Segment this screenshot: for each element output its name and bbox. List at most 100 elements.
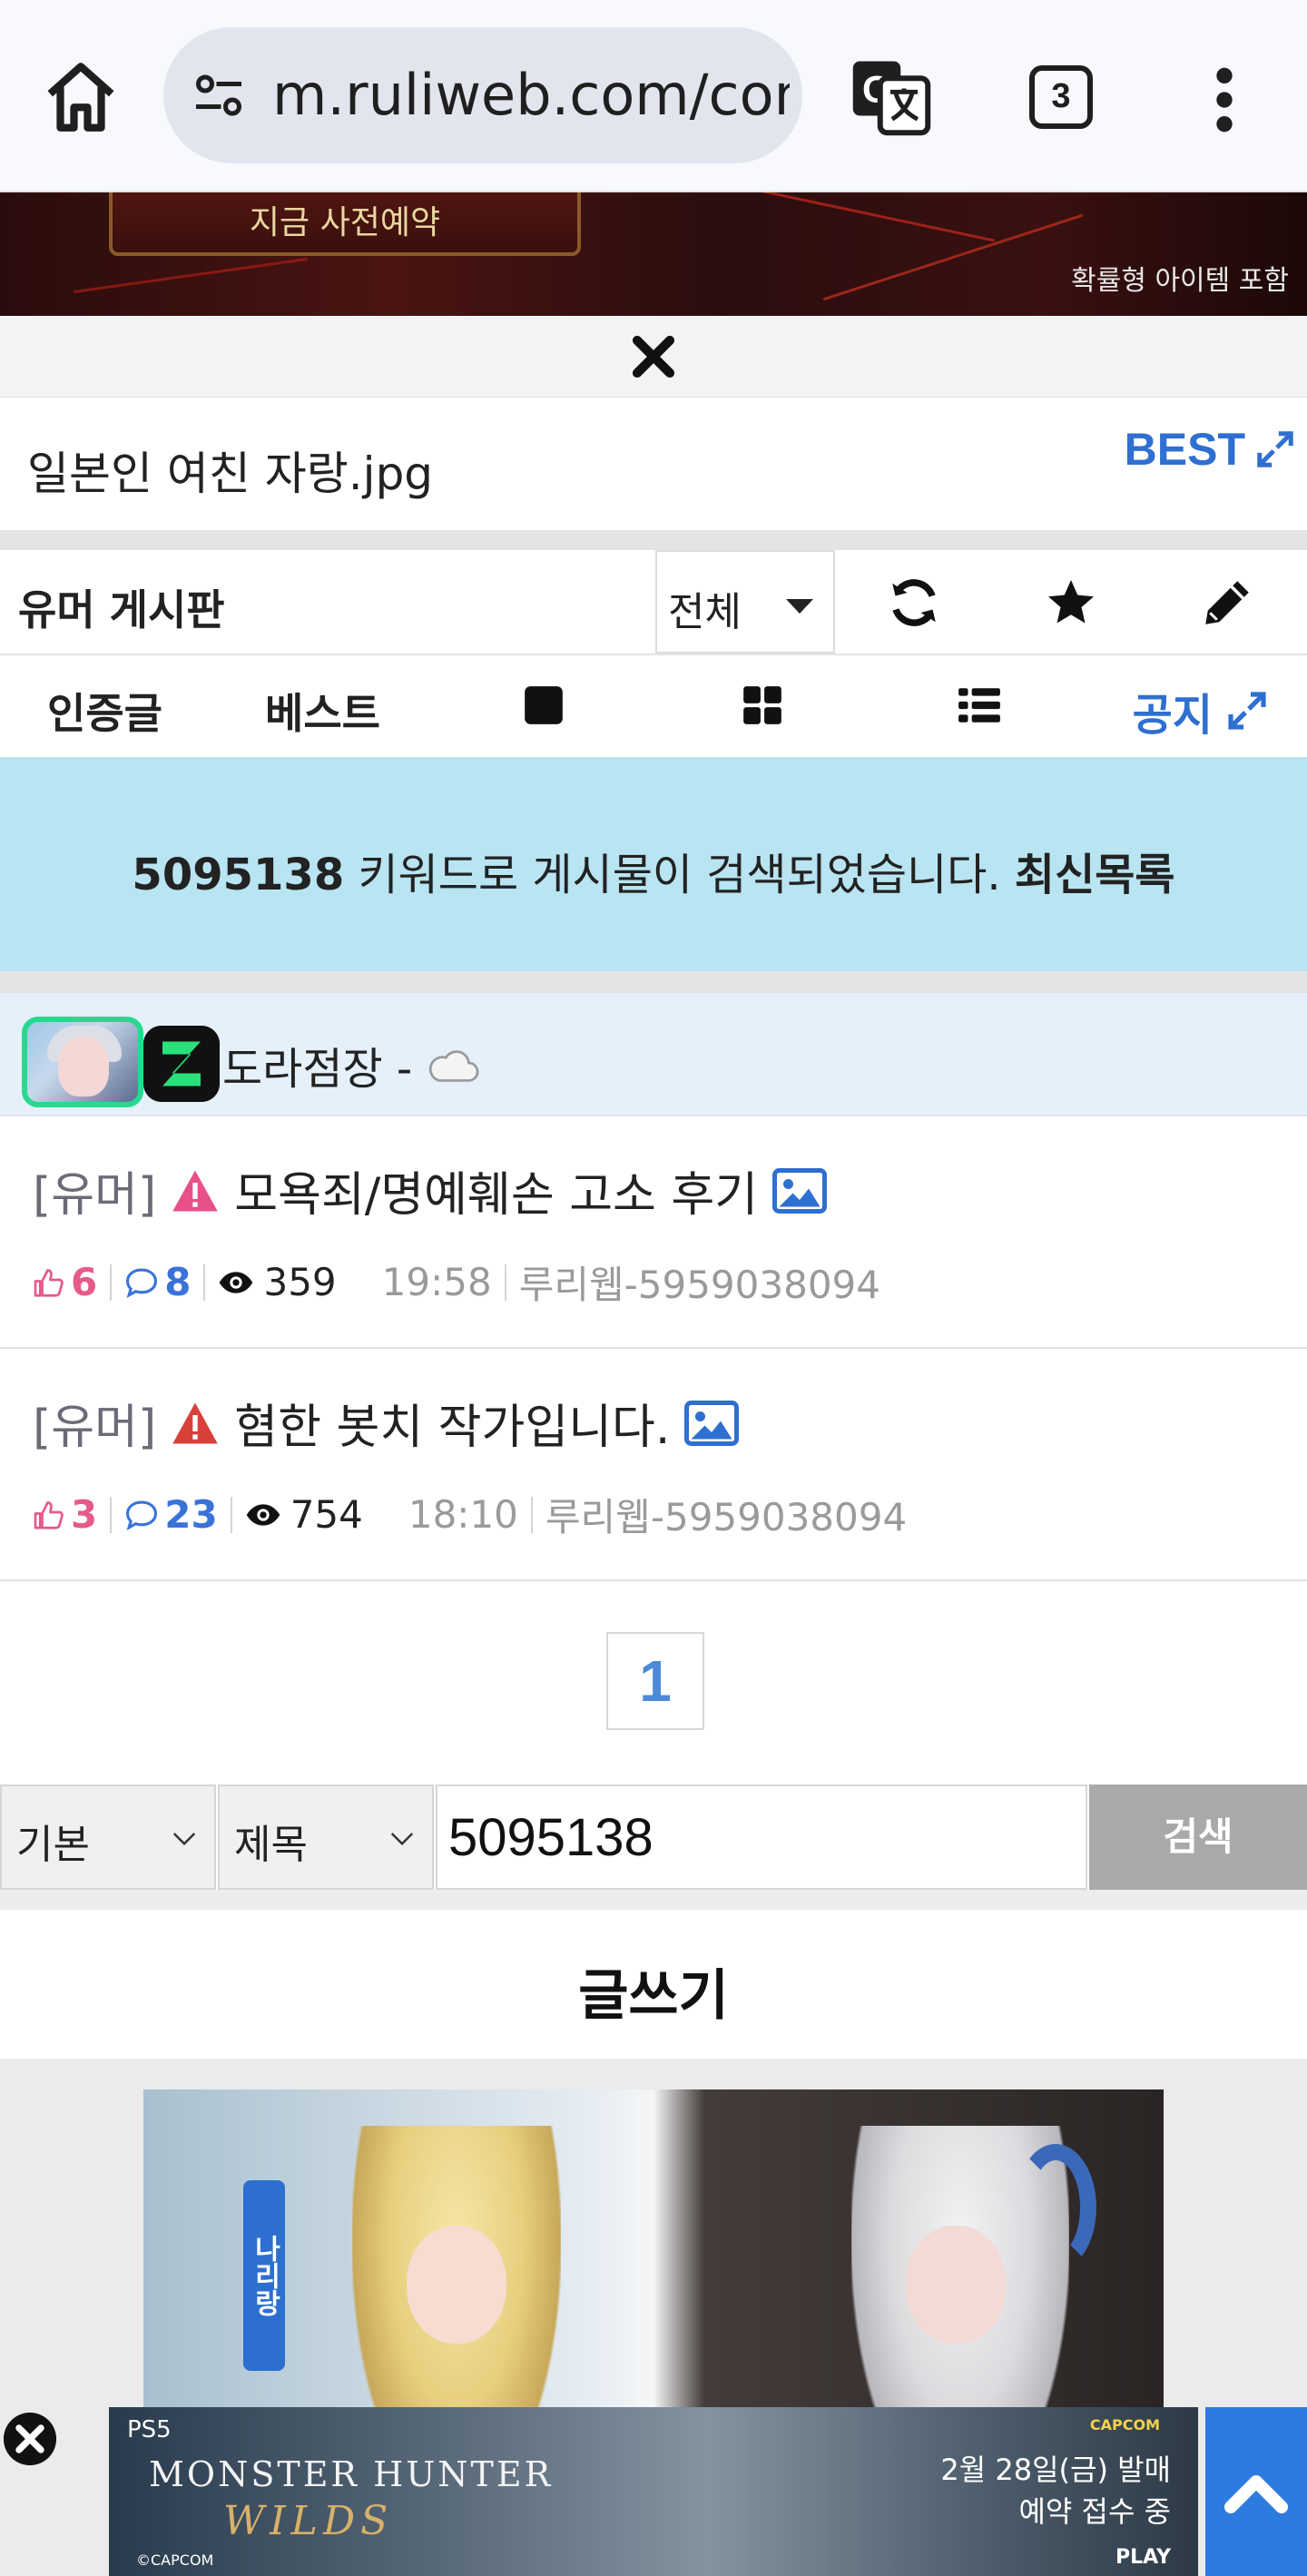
post-author[interactable]: 루리웹-5959038094	[545, 1487, 907, 1542]
banner-plate: 지금 사전예약	[109, 192, 581, 256]
board-filter-select[interactable]: 전체	[655, 550, 835, 654]
search-input[interactable]	[436, 1785, 1087, 1890]
search-form: 기본 제목 검색	[0, 1785, 1307, 1890]
divider	[230, 1496, 232, 1533]
divider	[504, 1263, 506, 1301]
top-banner-ad[interactable]: 지금 사전예약 확률형 아이템 포함	[0, 192, 1307, 316]
tab-best[interactable]: 베스트	[265, 681, 380, 741]
view-list-icon[interactable]	[957, 683, 1002, 728]
close-icon[interactable]	[629, 332, 678, 381]
tab-notice[interactable]: 공지	[1133, 679, 1269, 742]
home-icon[interactable]	[40, 56, 122, 138]
divider	[530, 1496, 533, 1533]
view-grid-icon[interactable]	[740, 683, 785, 728]
post-title[interactable]: 일본인 여친 자랑.jpg	[27, 438, 433, 503]
caret-down-icon	[786, 599, 813, 614]
ad-preorder-line: 예약 접수 중	[1018, 2494, 1171, 2529]
ps5-logo: PS5	[127, 2416, 172, 2443]
user-name[interactable]: 도라점장 -	[222, 1033, 481, 1096]
comment-icon	[126, 1500, 158, 1530]
avatar[interactable]	[22, 1017, 143, 1107]
like-count: 3	[33, 1492, 97, 1537]
like-count-value: 3	[71, 1492, 98, 1537]
scroll-to-top-button[interactable]	[1205, 2407, 1307, 2576]
post-time: 19:58	[381, 1260, 492, 1304]
tab-verified[interactable]: 인증글	[47, 681, 162, 741]
url-text[interactable]: m.ruliweb.com/com	[272, 62, 790, 129]
latest-list-link[interactable]: 최신목록	[1015, 850, 1175, 900]
avatar-face	[58, 1037, 109, 1096]
list-item[interactable]: [유머] 모욕죄/명예훼손 고소 후기 6 8 359 19:58 루리웹-59…	[0, 1116, 1307, 1349]
banner-note: 확률형 아이템 포함	[1071, 265, 1289, 297]
expand-icon	[1228, 692, 1266, 730]
banner-decoration	[74, 257, 308, 294]
post-title: 모욕죄/명예훼손 고소 후기	[234, 1168, 759, 1223]
search-mode-value: 기본	[16, 1822, 90, 1868]
post-author[interactable]: 루리웹-5959038094	[519, 1254, 880, 1310]
search-result-text: 5095138 키워드로 게시물이 검색되었습니다. 최신목록	[0, 839, 1307, 902]
banner-plate-text: 지금 사전예약	[249, 204, 441, 241]
ad-figure	[1015, 2144, 1096, 2271]
tab-switcher-button[interactable]: 3	[1029, 65, 1093, 129]
ad-figure	[407, 2226, 506, 2344]
ad-copyright: ©CAPCOM	[136, 2551, 214, 2569]
search-field-select[interactable]: 제목	[218, 1785, 434, 1890]
eye-icon	[220, 1271, 253, 1293]
ad-play-label: PLAY	[1115, 2546, 1171, 2569]
refresh-icon[interactable]	[887, 575, 941, 630]
comment-count-value: 8	[164, 1260, 192, 1304]
board-tabs: 인증글 베스트 공지	[0, 655, 1307, 757]
search-keyword: 5095138	[132, 850, 345, 900]
comment-icon	[126, 1268, 158, 1298]
post-time: 18:10	[408, 1492, 518, 1537]
divider	[0, 1890, 1307, 1910]
star-icon[interactable]	[1044, 575, 1098, 630]
site-settings-icon[interactable]	[191, 68, 247, 123]
pencil-icon[interactable]	[1200, 575, 1254, 630]
divider	[110, 1496, 113, 1533]
browser-toolbar: m.ruliweb.com/com G 3	[0, 0, 1307, 192]
comment-count-value: 23	[164, 1492, 218, 1537]
thumbs-up-icon	[34, 1268, 64, 1297]
ad-figure	[906, 2226, 1006, 2344]
chevron-down-icon	[390, 1833, 414, 1846]
current-post-header: 일본인 여친 자랑.jpg BEST	[0, 398, 1307, 530]
chevron-up-icon	[1224, 2475, 1288, 2513]
post-category: [유머]	[33, 1168, 157, 1223]
level-badge-icon	[143, 1026, 220, 1102]
board-header: 유머 게시판 전체	[0, 550, 1307, 655]
view-count: 754	[245, 1492, 363, 1537]
ad-close-bar	[0, 316, 1307, 398]
address-bar[interactable]: m.ruliweb.com/com	[163, 27, 802, 163]
search-button[interactable]: 검색	[1089, 1785, 1307, 1890]
banner-decoration	[639, 192, 995, 242]
divider	[110, 1263, 113, 1301]
board-name[interactable]: 유머 게시판	[18, 577, 225, 637]
search-field-value: 제목	[234, 1822, 308, 1868]
ad-release-date: 2월 28일(금) 발매 예약 접수 중	[940, 2449, 1171, 2532]
image-icon	[772, 1167, 828, 1214]
user-name-text: 도라점장 -	[222, 1044, 413, 1095]
comment-count: 23	[124, 1492, 218, 1537]
close-icon[interactable]	[4, 2413, 56, 2465]
view-single-icon[interactable]	[521, 683, 566, 728]
page-number-current[interactable]: 1	[606, 1632, 704, 1730]
post-title-line[interactable]: [유머] 혐한 봇치 작가입니다.	[33, 1389, 740, 1457]
warning-icon	[172, 1402, 219, 1443]
best-link[interactable]: BEST	[1125, 423, 1296, 476]
search-mode-select[interactable]: 기본	[0, 1785, 216, 1890]
list-item[interactable]: [유머] 혐한 봇치 작가입니다. 3 23 754 18:10 루리웹-595…	[0, 1349, 1307, 1581]
translate-icon[interactable]: G	[849, 54, 932, 136]
cloud-icon	[429, 1050, 479, 1082]
more-menu-icon[interactable]	[1203, 64, 1246, 136]
monster-hunter-ad[interactable]: PS5 MONSTER HUNTER WILDS CAPCOM 2월 28일(금…	[109, 2407, 1198, 2576]
post-meta: 3 23 754 18:10 루리웹-5959038094	[33, 1487, 907, 1542]
view-count-value: 754	[290, 1492, 363, 1537]
ad-subtitle: WILDS	[223, 2498, 394, 2544]
pagination: 1	[0, 1581, 1307, 1785]
divider	[203, 1263, 206, 1301]
write-button[interactable]: 글쓰기	[578, 1952, 729, 2030]
search-result-message: 키워드로 게시물이 검색되었습니다.	[344, 850, 1015, 900]
best-label: BEST	[1124, 424, 1245, 475]
post-title-line[interactable]: [유머] 모욕죄/명예훼손 고소 후기	[33, 1156, 828, 1224]
